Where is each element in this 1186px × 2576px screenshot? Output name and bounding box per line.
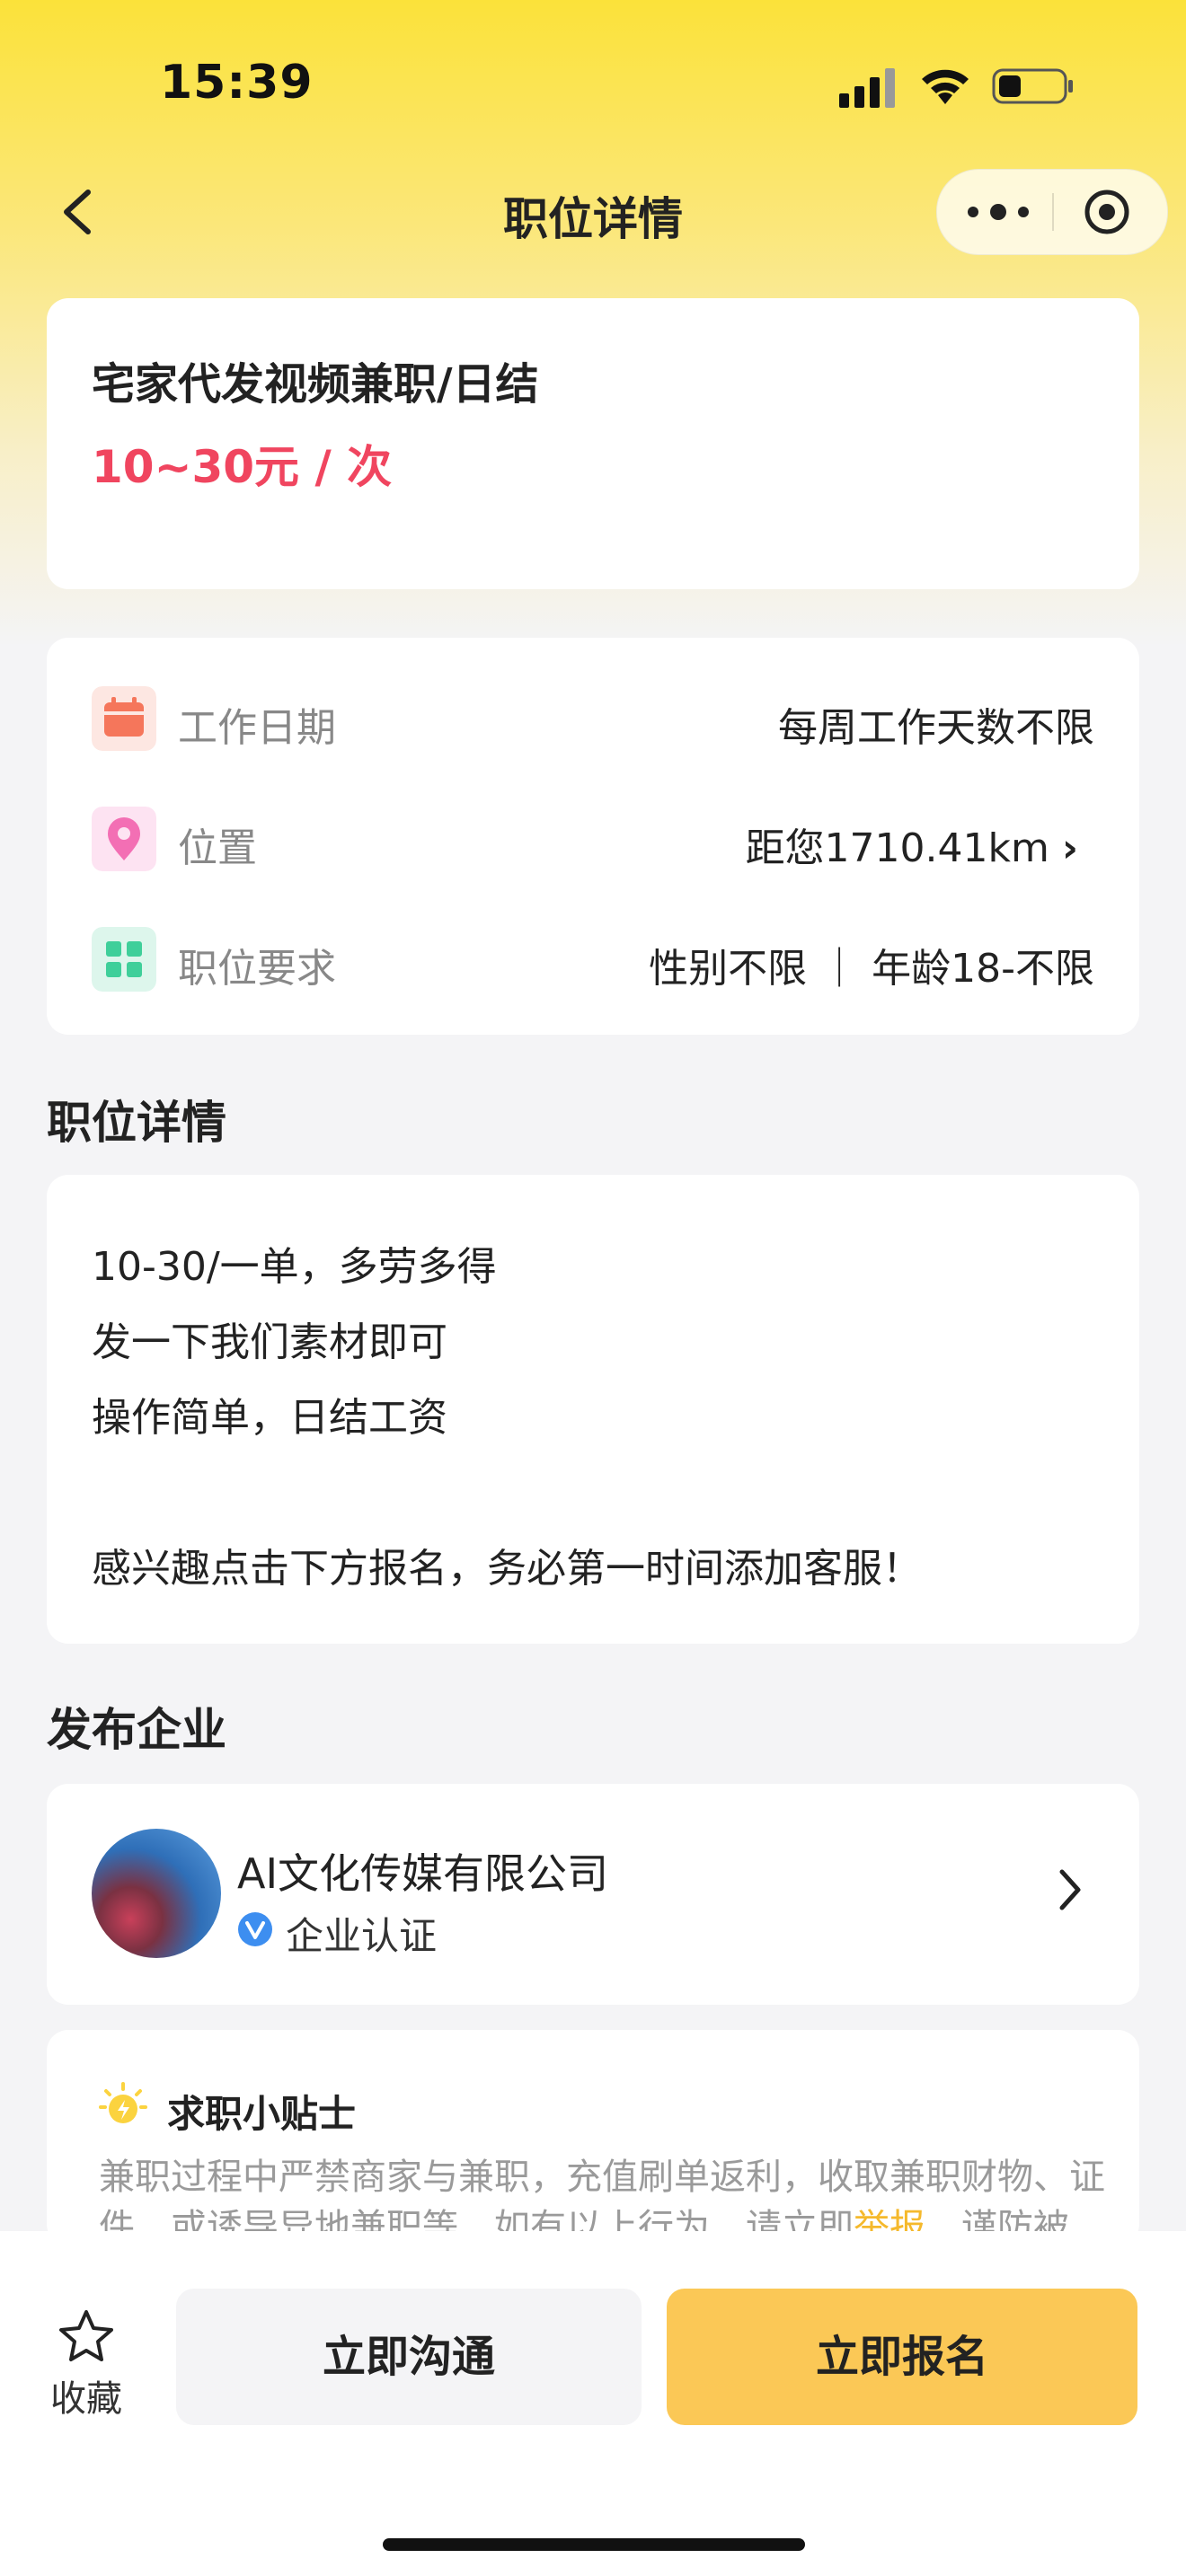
home-indicator	[383, 2538, 805, 2551]
company-name: AI文化传媒有限公司	[237, 1849, 609, 1898]
battery-icon	[992, 68, 1073, 104]
status-bar: 15:39	[0, 0, 1186, 171]
info-row-location[interactable]: 位置 距您1710.41km ›	[92, 803, 1094, 875]
chevron-right-icon: ›	[1061, 825, 1078, 871]
company-avatar	[92, 1829, 221, 1958]
cellular-signal-icon	[839, 68, 895, 108]
verified-badge-icon	[238, 1912, 272, 1946]
close-target-icon[interactable]	[1083, 188, 1131, 236]
miniprogram-capsule	[936, 169, 1168, 255]
star-outline-icon	[59, 2310, 113, 2361]
info-label: 位置	[178, 825, 257, 871]
info-label: 工作日期	[178, 705, 336, 751]
info-row-work-date: 工作日期 每周工作天数不限	[92, 683, 1094, 754]
bottom-action-bar: 收藏 立即沟通 立即报名	[0, 2231, 1186, 2576]
tips-title: 求职小贴士	[167, 2092, 357, 2136]
lightbulb-icon	[99, 2082, 147, 2123]
calendar-icon	[92, 686, 156, 751]
info-value: 每周工作天数不限	[778, 705, 1094, 751]
apply-now-button[interactable]: 立即报名	[667, 2289, 1137, 2425]
tips-card: 求职小贴士 兼职过程中严禁商家与兼职，充值刷单返利，收取兼职财物、证件，或诱导异…	[47, 2030, 1139, 2245]
job-salary: 10~30元 / 次	[92, 441, 393, 493]
wifi-icon	[922, 69, 969, 104]
more-dots-icon[interactable]	[964, 195, 1032, 229]
favorite-button[interactable]: 收藏	[36, 2308, 137, 2425]
distance-link[interactable]: 距您1710.41km ›	[746, 816, 1078, 873]
verified-label: 企业认证	[286, 1914, 438, 1958]
chevron-right-icon	[1059, 1869, 1081, 1910]
company-card[interactable]: AI文化传媒有限公司 企业认证	[47, 1784, 1139, 2005]
job-info-card: 工作日期 每周工作天数不限 位置 距您1710.41km › 职位要求 性别不限 …	[47, 638, 1139, 1035]
info-row-requirements: 职位要求 性别不限 ｜ 年龄18-不限	[92, 923, 1094, 995]
info-value: 距您1710.41km	[745, 825, 1049, 871]
details-heading: 职位详情	[47, 1097, 226, 1149]
location-pin-icon	[92, 807, 156, 871]
capsule-divider	[1052, 193, 1054, 231]
company-heading: 发布企业	[47, 1704, 226, 1756]
detail-line: 感兴趣点击下方报名，务必第一时间添加客服！	[92, 1546, 922, 1592]
favorite-label: 收藏	[50, 2378, 122, 2420]
job-details-card: 10-30/一单，多劳多得 发一下我们素材即可 操作简单，日结工资 感兴趣点击下…	[47, 1175, 1139, 1644]
job-title: 宅家代发视频兼职/日结	[92, 359, 539, 410]
info-label: 职位要求	[178, 946, 336, 992]
detail-line: 发一下我们素材即可	[92, 1319, 447, 1365]
status-time: 15:39	[160, 56, 314, 110]
info-value: 性别不限 ｜ 年龄18-不限	[649, 946, 1094, 992]
job-summary-card: 宅家代发视频兼职/日结 10~30元 / 次	[47, 298, 1139, 589]
grid-icon	[92, 927, 156, 992]
detail-line: 操作简单，日结工资	[92, 1395, 447, 1441]
chat-now-button[interactable]: 立即沟通	[176, 2289, 642, 2425]
detail-line: 10-30/一单，多劳多得	[92, 1244, 497, 1290]
